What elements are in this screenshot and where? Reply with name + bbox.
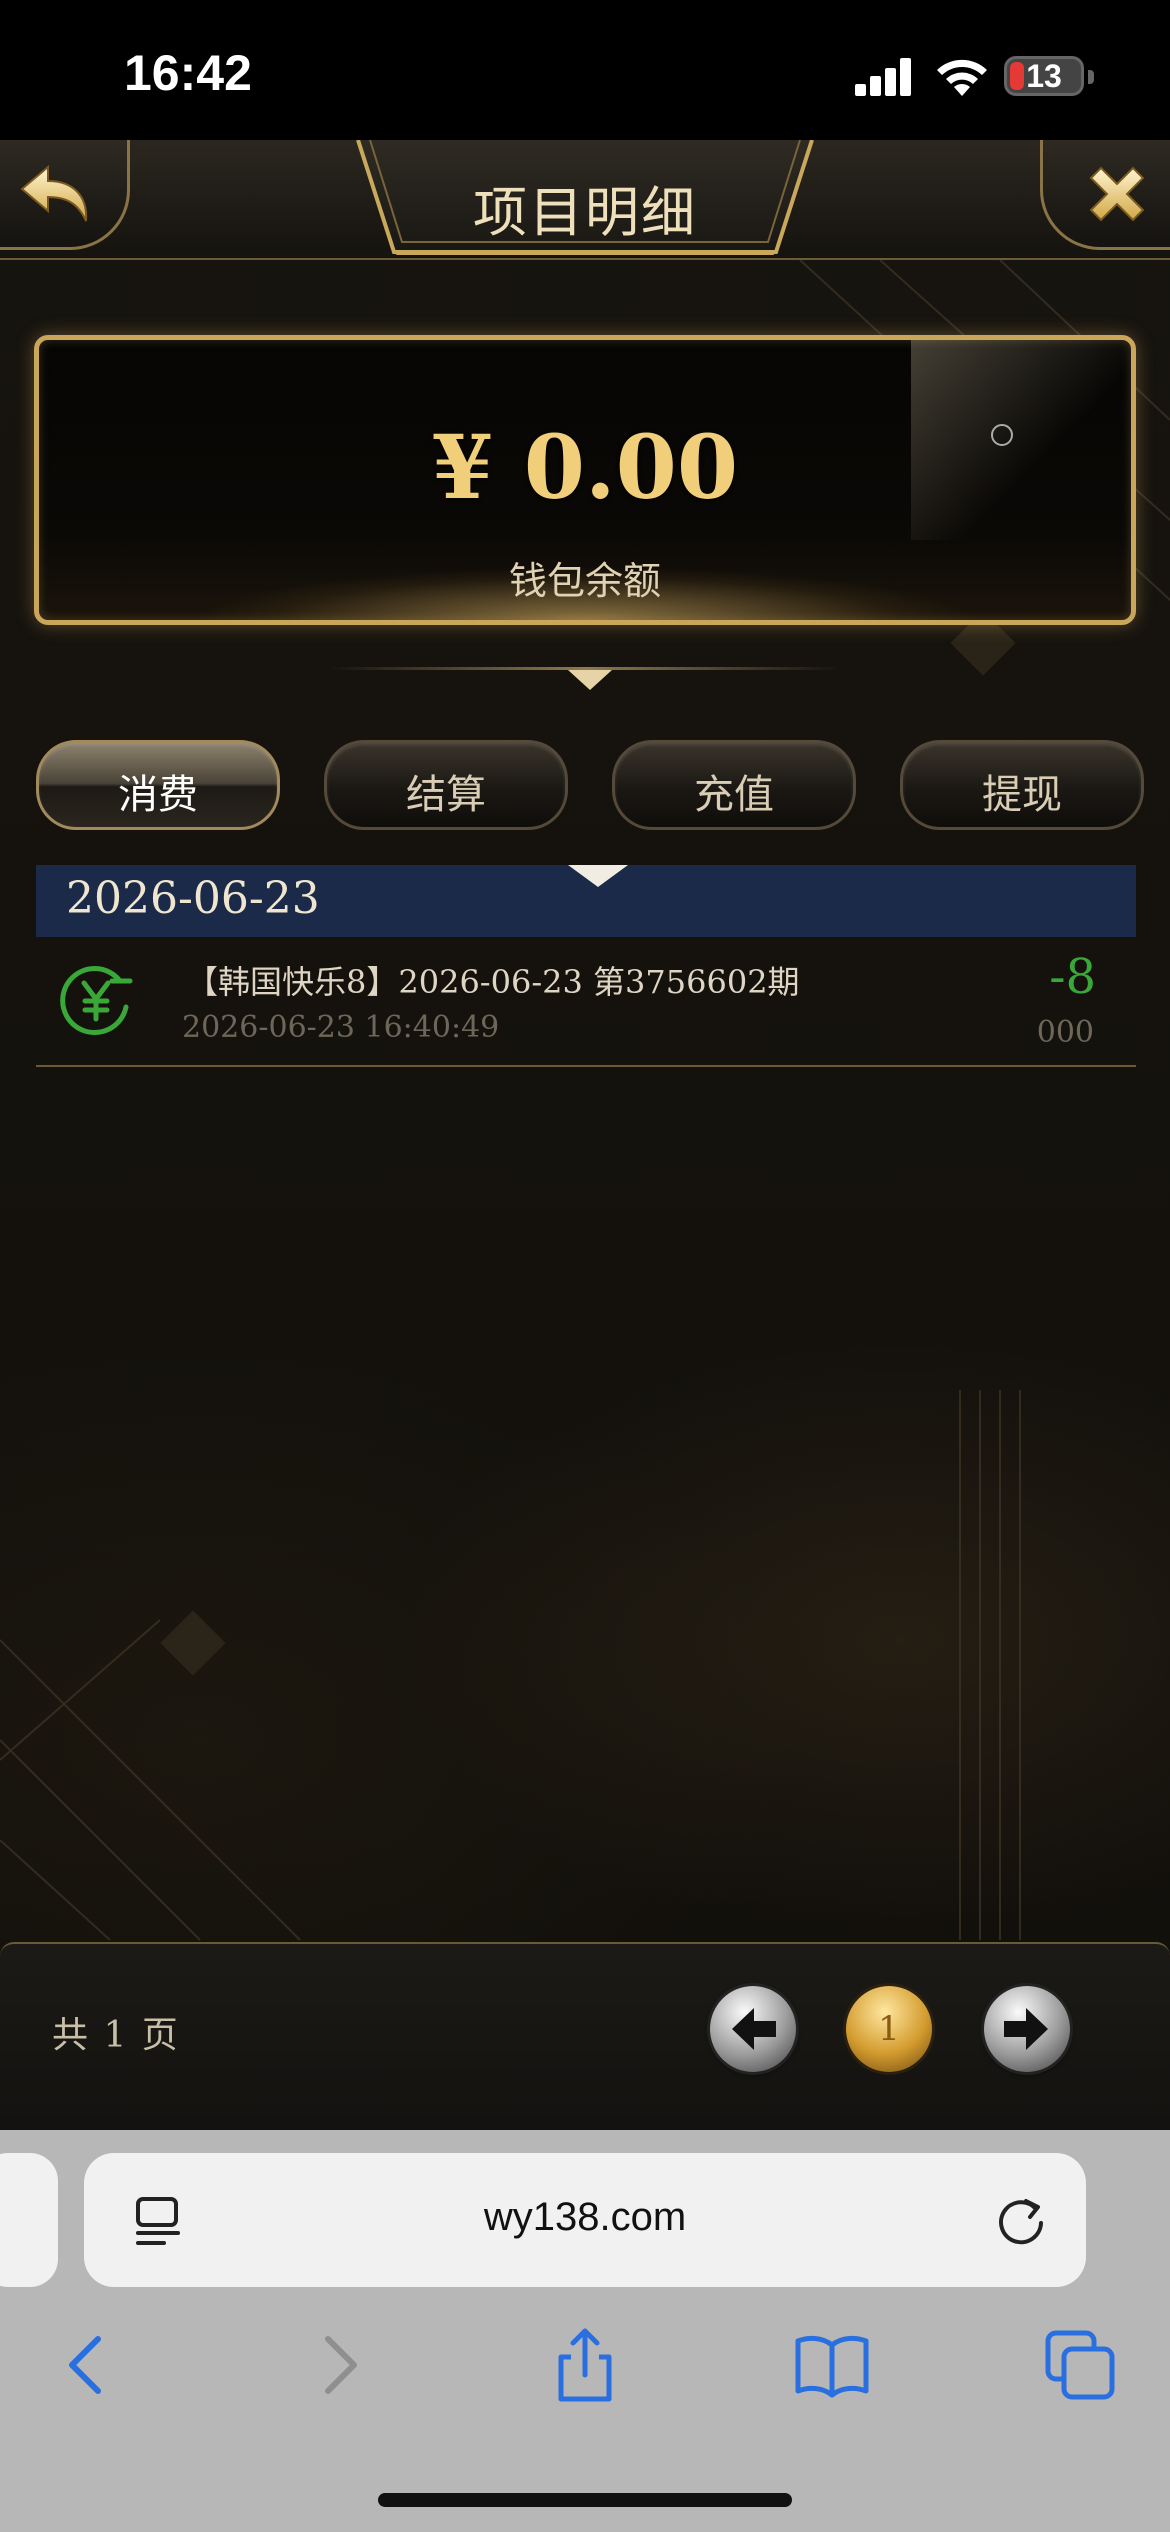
- reload-icon[interactable]: [994, 2193, 1048, 2247]
- page-count: 共 1 页: [52, 2015, 180, 2056]
- prev-page-button[interactable]: [710, 1986, 796, 2072]
- wallet-balance-card: ¥ 0.00 钱包余额: [34, 335, 1136, 625]
- list-item[interactable]: 【韩国快乐8】2026-06-23 第3756602期 2026-06-23 1…: [36, 937, 1136, 1067]
- tab-withdraw[interactable]: 提现: [900, 740, 1144, 830]
- arrow-left-icon: [732, 2008, 776, 2050]
- cellular-signal-icon: [855, 58, 913, 96]
- battery-level: 13: [1026, 58, 1062, 94]
- refresh-icon[interactable]: [991, 424, 1013, 446]
- arrow-right-icon: [1004, 2008, 1048, 2050]
- tabs-icon[interactable]: [1040, 2325, 1120, 2405]
- home-indicator: [378, 2493, 792, 2507]
- pagination: 共 1 页 1: [0, 1942, 1170, 2130]
- close-icon: [1089, 166, 1144, 221]
- next-page-button[interactable]: [984, 1986, 1070, 2072]
- category-tabs: 消费 结算 充值 提现: [36, 740, 1146, 832]
- page-title: 项目明细: [473, 181, 697, 244]
- tab-consumption[interactable]: 消费: [36, 740, 280, 830]
- current-page-button[interactable]: 1: [846, 1986, 932, 2072]
- balance-label: 钱包余额: [508, 559, 661, 603]
- group-date: 2026-06-23: [66, 873, 320, 924]
- tab-settlement[interactable]: 结算: [324, 740, 568, 830]
- address-bar[interactable]: wy138.com: [84, 2153, 1086, 2287]
- yuan-coin-icon: [60, 966, 133, 1036]
- status-bar: 16:42 13: [0, 0, 1170, 140]
- back-arrow-icon: [19, 164, 87, 221]
- record-time: 2026-06-23 16:40:49: [182, 1010, 500, 1045]
- forward-icon[interactable]: [298, 2325, 378, 2405]
- browser-toolbar: wy138.com: [0, 2130, 1170, 2532]
- pointer-triangle: [568, 670, 612, 690]
- header-bar: 项目明细: [0, 140, 1170, 260]
- previous-tab-peek[interactable]: [0, 2153, 58, 2287]
- record-amount: -8: [1049, 949, 1096, 1005]
- back-button[interactable]: [0, 140, 130, 250]
- wifi-icon: [937, 59, 987, 96]
- back-icon[interactable]: [48, 2325, 128, 2405]
- record-sub-value: 000: [1036, 1015, 1094, 1050]
- tab-recharge[interactable]: 充值: [612, 740, 856, 830]
- pointer-triangle: [568, 865, 628, 887]
- url-text: wy138.com: [483, 2195, 687, 2239]
- close-button[interactable]: [1040, 140, 1170, 250]
- bookmarks-icon[interactable]: [792, 2325, 872, 2405]
- record-title: 【韩国快乐8】2026-06-23 第3756602期: [186, 963, 800, 1001]
- balance-amount: ¥ 0.00: [431, 415, 739, 519]
- battery-icon: 13: [1004, 56, 1084, 96]
- status-time: 16:42: [124, 45, 252, 101]
- app-content: 项目明细 ¥ 0.00 钱包余额 消费 结算 充值 提现 2026-06-23: [0, 140, 1170, 2130]
- share-icon[interactable]: [545, 2325, 625, 2405]
